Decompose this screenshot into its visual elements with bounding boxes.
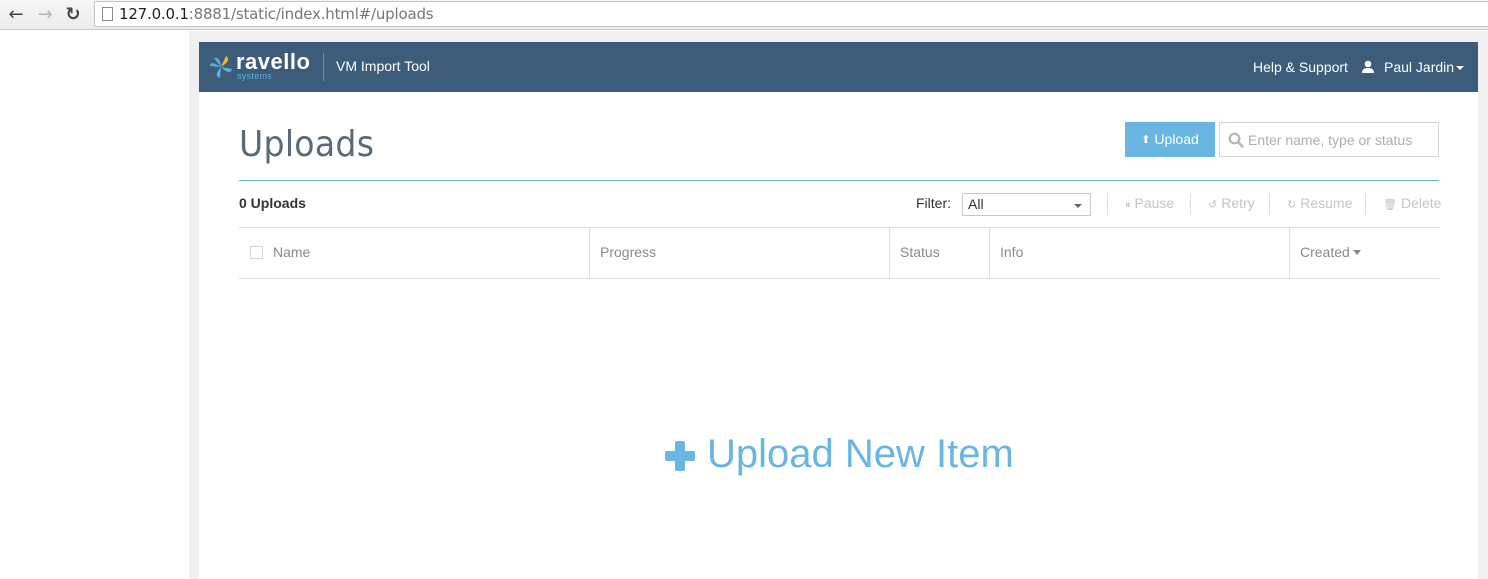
chevron-down-icon	[1074, 204, 1082, 208]
filter-label: Filter:	[916, 195, 951, 211]
url-text: 127.0.0.1:8881/static/index.html#/upload…	[119, 5, 434, 23]
ravello-logo[interactable]: ravello systems	[208, 49, 318, 82]
title-divider	[239, 180, 1439, 181]
column-status[interactable]: Status	[889, 228, 989, 278]
pause-button[interactable]: ⏸ Pause	[1125, 195, 1174, 212]
filter-select[interactable]: All	[962, 193, 1091, 216]
sort-desc-icon	[1352, 250, 1361, 255]
pinwheel-icon	[210, 56, 232, 78]
app-container: ravello systems VM Import Tool Help & Su…	[199, 42, 1478, 579]
column-progress-label: Progress	[600, 244, 657, 260]
help-support-link[interactable]: Help & Support	[1253, 59, 1348, 75]
delete-label: Delete	[1400, 195, 1442, 211]
toolbar-divider	[1269, 194, 1270, 214]
column-created[interactable]: Created	[1289, 228, 1439, 278]
delete-button[interactable]: 🗑 Delete	[1383, 195, 1441, 211]
resume-label: Resume	[1300, 195, 1353, 211]
search-input[interactable]	[1248, 123, 1436, 156]
column-progress[interactable]: Progress	[589, 228, 889, 278]
search-icon	[1228, 132, 1244, 148]
retry-icon: ↺	[1208, 199, 1218, 211]
upload-arrow-icon: ⬆	[1141, 134, 1151, 146]
user-menu[interactable]: Paul Jardin	[1384, 59, 1454, 75]
upload-new-item-label: Upload New Item	[707, 432, 1014, 476]
column-name-label: Name	[273, 244, 311, 260]
top-navbar: ravello systems VM Import Tool Help & Su…	[199, 42, 1478, 92]
column-status-label: Status	[900, 244, 940, 260]
page-title: Uploads	[239, 124, 375, 165]
column-info[interactable]: Info	[989, 228, 1289, 278]
toolbar-divider	[1107, 194, 1108, 214]
filter-selected-value: All	[968, 196, 984, 212]
toolbar-divider	[1190, 194, 1191, 214]
address-bar[interactable]: 127.0.0.1:8881/static/index.html#/upload…	[94, 1, 1488, 27]
column-created-label: Created	[1300, 244, 1350, 260]
resume-icon: ↻	[1287, 199, 1297, 211]
brand-sub: systems	[237, 71, 273, 81]
resume-button[interactable]: ↻ Resume	[1287, 195, 1352, 211]
trash-icon: 🗑	[1383, 199, 1397, 211]
reload-button[interactable]: ↻	[62, 4, 84, 26]
retry-button[interactable]: ↺ Retry	[1208, 195, 1255, 211]
url-path: :8881/static/index.html#/uploads	[188, 5, 434, 23]
uploads-count: 0 Uploads	[239, 195, 306, 211]
forward-button[interactable]: →	[34, 4, 56, 26]
page-icon	[102, 7, 113, 21]
column-name[interactable]: Name	[239, 228, 589, 278]
pause-icon: ⏸	[1125, 199, 1131, 211]
toolbar-divider	[1365, 194, 1366, 214]
back-button[interactable]: ←	[5, 4, 27, 26]
plus-icon	[665, 441, 695, 471]
column-info-label: Info	[1000, 244, 1024, 260]
app-title: VM Import Tool	[336, 58, 430, 74]
navbar-divider	[323, 53, 324, 81]
search-box[interactable]	[1219, 122, 1439, 157]
upload-button-label: Upload	[1154, 131, 1199, 147]
browser-toolbar: ← → ↻ 127.0.0.1:8881/static/index.html#/…	[0, 0, 1488, 30]
select-all-checkbox[interactable]	[250, 246, 263, 259]
pause-label: Pause	[1134, 195, 1175, 211]
chevron-down-icon[interactable]	[1456, 66, 1464, 70]
uploads-table-header: Name Progress Status Info Created	[239, 227, 1439, 279]
retry-label: Retry	[1221, 195, 1255, 211]
upload-button[interactable]: ⬆ Upload	[1125, 122, 1215, 157]
user-icon	[1362, 60, 1374, 73]
url-host: 127.0.0.1	[119, 5, 189, 23]
